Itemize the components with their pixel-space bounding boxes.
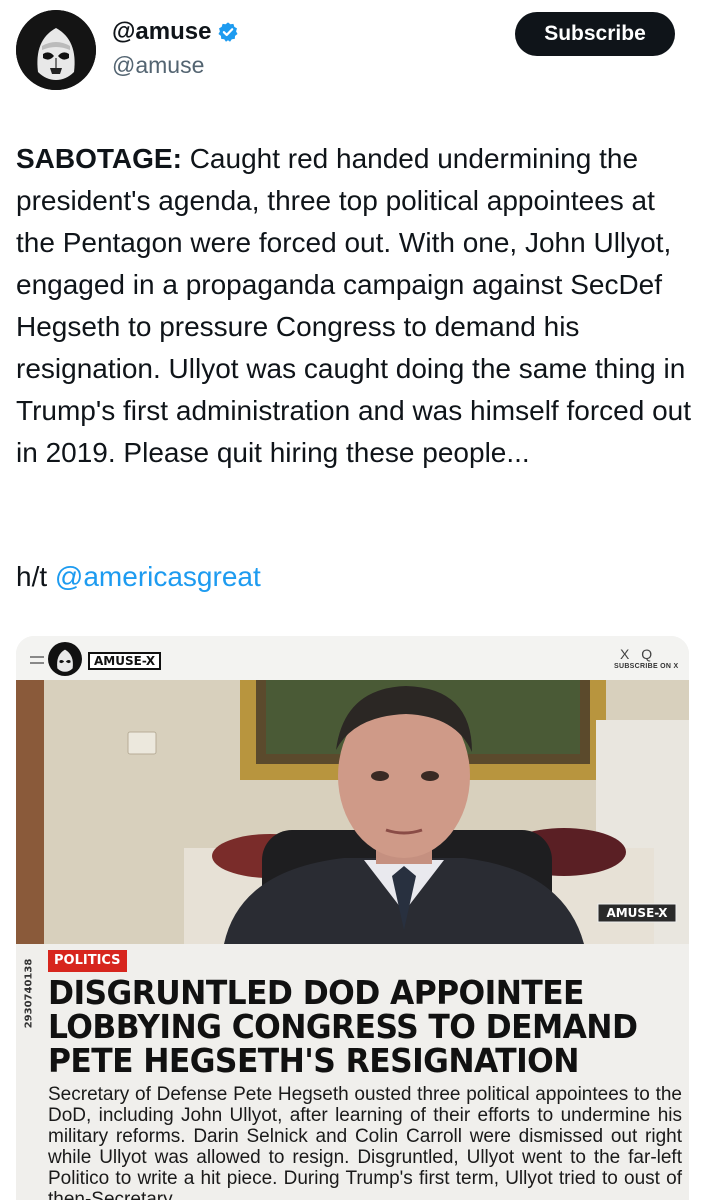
post-header: @amuse @amuse Subscribe xyxy=(0,0,705,100)
category-badge: POLITICS xyxy=(48,950,127,972)
x-search-icons: X Q xyxy=(620,646,657,662)
story-headline: DISGRUNTLED DOD APPOINTEE LOBBYING CONGR… xyxy=(48,976,656,1078)
left-rail: 2930740138 xyxy=(16,636,44,1200)
display-name-text: @amuse xyxy=(112,18,212,45)
story-summary: Secretary of Defense Pete Hegseth ousted… xyxy=(48,1084,682,1200)
subscribe-button[interactable]: Subscribe xyxy=(515,12,675,56)
stormtrooper-avatar-icon xyxy=(16,10,96,90)
post-text: SABOTAGE: Caught red handed undermining … xyxy=(16,138,691,474)
story-summary-clip: Secretary of Defense Pete Hegseth ousted… xyxy=(44,1084,689,1200)
brand-avatar-icon xyxy=(48,642,82,676)
media-attachment[interactable]: AMUSE-X X Q SUBSCRIBE ON X 2930740138 AM… xyxy=(16,636,689,1200)
author-handle[interactable]: @amuse xyxy=(112,52,239,79)
post-body: Caught red handed undermining the presid… xyxy=(16,143,692,468)
story-panel: POLITICS DISGRUNTLED DOD APPOINTEE LOBBY… xyxy=(44,944,689,1200)
author-display-name[interactable]: @amuse xyxy=(112,18,239,46)
author-names: @amuse @amuse xyxy=(112,18,239,79)
headline-line-3: PETE HEGSETH'S RESIGNATION xyxy=(48,1041,579,1080)
subscribe-on-x-label: SUBSCRIBE ON X xyxy=(614,663,679,670)
headline-line-2: LOBBYING CONGRESS TO DEMAND xyxy=(48,1007,638,1046)
post-lead: SABOTAGE: xyxy=(16,143,182,174)
hat-tip-prefix: h/t xyxy=(16,561,55,592)
photo-watermark: AMUSE-X xyxy=(606,906,668,920)
brand-logo: AMUSE-X xyxy=(88,652,162,670)
mention-link[interactable]: @americasgreat xyxy=(55,561,261,592)
author-avatar[interactable] xyxy=(16,10,96,90)
verified-badge-icon xyxy=(218,22,238,42)
news-photo: AMUSE-X xyxy=(44,680,689,944)
media-topbar: AMUSE-X X Q SUBSCRIBE ON X xyxy=(16,636,689,680)
headline-line-1: DISGRUNTLED DOD APPOINTEE xyxy=(48,973,584,1012)
serial-number: 2930740138 xyxy=(23,958,35,1029)
hat-tip: h/t @americasgreat xyxy=(16,556,261,598)
